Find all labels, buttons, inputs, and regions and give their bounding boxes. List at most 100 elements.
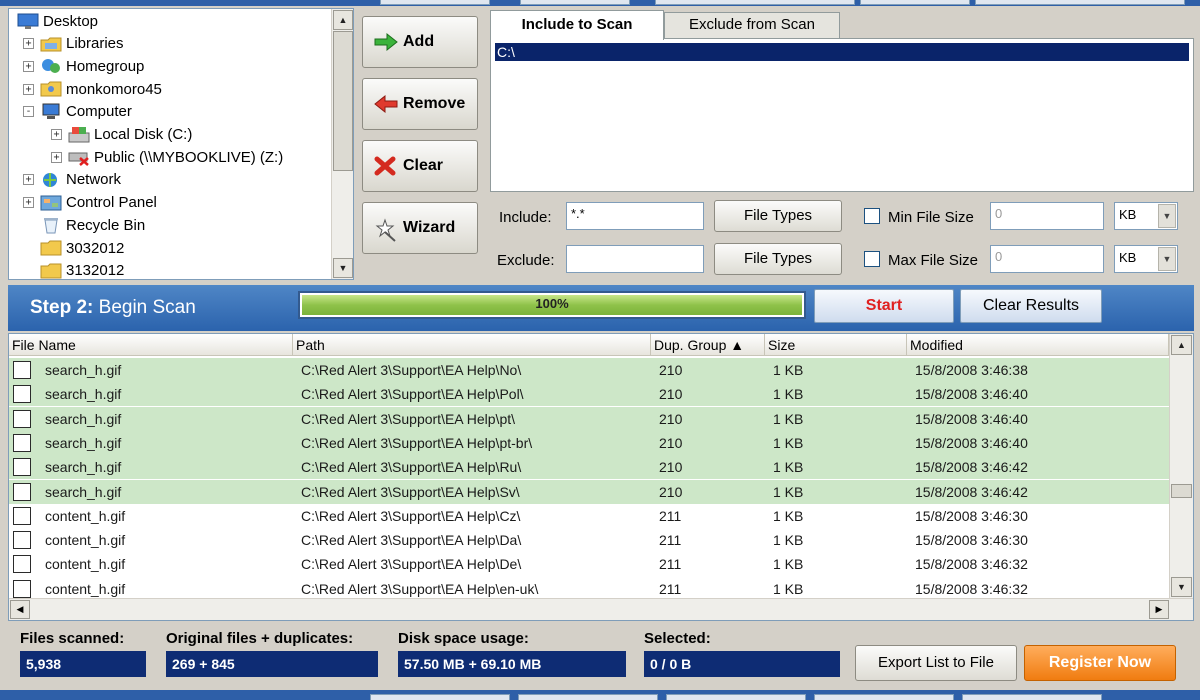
tree-item[interactable]: + Control Panel xyxy=(23,192,157,214)
max-file-size-input[interactable]: 0 xyxy=(990,245,1104,273)
table-row[interactable]: search_h.gif C:\Red Alert 3\Support\EA He… xyxy=(9,455,1171,480)
row-checkbox[interactable] xyxy=(13,482,31,501)
start-scan-button[interactable]: Start xyxy=(814,289,954,323)
min-file-size-unit-select[interactable]: KB ▼ xyxy=(1114,202,1178,230)
exclude-filter-input[interactable] xyxy=(566,245,704,273)
table-row[interactable]: search_h.gif C:\Red Alert 3\Support\EA He… xyxy=(9,382,1171,407)
tab-exclude-from-scan[interactable]: Exclude from Scan xyxy=(664,12,840,38)
add-button[interactable]: Add xyxy=(362,16,478,68)
bottom-toolbar-button[interactable] xyxy=(518,694,658,700)
expand-plus-icon[interactable]: + xyxy=(23,197,34,209)
column-header[interactable]: Modified xyxy=(907,334,1169,356)
max-file-size-checkbox[interactable] xyxy=(864,251,880,267)
row-checkbox[interactable] xyxy=(13,409,31,428)
collapse-minus-icon[interactable]: - xyxy=(23,106,34,118)
include-filter-input[interactable]: *.* xyxy=(566,202,704,230)
bottom-toolbar-button[interactable] xyxy=(666,694,806,700)
originals-duplicates-value: 269 + 845 xyxy=(166,651,378,677)
scroll-left-arrow-icon[interactable]: ◀ xyxy=(10,600,30,619)
chevron-down-icon[interactable]: ▼ xyxy=(1158,247,1176,271)
row-checkbox[interactable] xyxy=(13,555,31,574)
table-row[interactable]: search_h.gif C:\Red Alert 3\Support\EA He… xyxy=(9,406,1171,431)
results-grid[interactable]: File Name Path Dup. Group ▲ Size Modified se… xyxy=(8,333,1194,621)
expand-plus-icon[interactable]: + xyxy=(23,174,34,186)
row-checkbox[interactable] xyxy=(13,506,31,525)
tree-item[interactable]: + Public (\\MYBOOKLIVE) (Z:) xyxy=(51,146,283,168)
row-checkbox[interactable] xyxy=(13,361,31,379)
tree-item[interactable]: + Network xyxy=(23,169,121,191)
clear-button[interactable]: Clear xyxy=(362,140,478,192)
scroll-up-arrow-icon[interactable]: ▲ xyxy=(333,10,353,30)
table-row[interactable]: content_h.gif C:\Red Alert 3\Support\EA H… xyxy=(9,504,1171,528)
tree-item[interactable]: 3132012 xyxy=(23,260,124,279)
scrollbar-thumb[interactable] xyxy=(1171,484,1192,498)
expand-plus-icon[interactable]: + xyxy=(23,60,34,72)
top-toolbar-button[interactable] xyxy=(655,0,855,5)
table-row[interactable]: content_h.gif C:\Red Alert 3\Support\EA H… xyxy=(9,552,1171,576)
column-header[interactable]: File Name xyxy=(9,334,293,356)
scroll-up-arrow-icon[interactable]: ▲ xyxy=(1171,335,1192,355)
folder-tree[interactable]: Desktop + Libraries + Homegroup + monkomoro45 -… xyxy=(8,8,354,280)
scroll-down-arrow-icon[interactable]: ▼ xyxy=(1171,577,1192,597)
tree-item[interactable]: 3032012 xyxy=(23,237,124,259)
tree-item-label: Network xyxy=(66,171,122,189)
tree-vertical-scrollbar[interactable]: ▲ ▼ xyxy=(331,9,353,279)
max-file-size-unit-select[interactable]: KB ▼ xyxy=(1114,245,1178,273)
cell-size: 1 KB xyxy=(773,532,804,549)
table-row[interactable]: content_h.gif C:\Red Alert 3\Support\EA H… xyxy=(9,528,1171,552)
local-disk-icon xyxy=(68,126,90,144)
table-row[interactable]: search_h.gif C:\Red Alert 3\Support\EA He… xyxy=(9,358,1171,382)
column-header[interactable]: Path xyxy=(293,334,651,356)
scrollbar-thumb[interactable] xyxy=(333,31,353,171)
tree-item[interactable]: + Libraries xyxy=(23,33,124,55)
tree-item[interactable]: - Computer xyxy=(23,101,132,123)
tree-item[interactable]: + Local Disk (C:) xyxy=(51,124,192,146)
table-row[interactable]: search_h.gif C:\Red Alert 3\Support\EA He… xyxy=(9,479,1171,504)
row-checkbox[interactable] xyxy=(13,579,31,598)
exclude-file-types-button[interactable]: File Types xyxy=(714,243,842,275)
register-now-button[interactable]: Register Now xyxy=(1024,645,1176,681)
tree-item[interactable]: + Homegroup xyxy=(23,55,144,77)
remove-button[interactable]: Remove xyxy=(362,78,478,130)
row-checkbox[interactable] xyxy=(13,385,31,404)
column-header[interactable]: Dup. Group ▲ xyxy=(651,334,765,356)
top-toolbar-strip xyxy=(0,0,1200,6)
min-file-size-checkbox[interactable] xyxy=(864,208,880,224)
bottom-toolbar-button[interactable] xyxy=(814,694,954,700)
top-toolbar-button[interactable] xyxy=(860,0,970,5)
min-file-size-input[interactable]: 0 xyxy=(990,202,1104,230)
top-toolbar-button[interactable] xyxy=(520,0,630,5)
row-checkbox[interactable] xyxy=(13,531,31,550)
table-row[interactable]: search_h.gif C:\Red Alert 3\Support\EA He… xyxy=(9,430,1171,455)
cell-group: 210 xyxy=(659,483,683,500)
scroll-down-arrow-icon[interactable]: ▼ xyxy=(333,258,353,278)
expand-plus-icon[interactable]: + xyxy=(51,151,62,163)
bottom-toolbar-button[interactable] xyxy=(962,694,1102,700)
tab-include-to-scan[interactable]: Include to Scan xyxy=(490,10,664,40)
include-scan-list[interactable]: C:\ xyxy=(490,38,1194,192)
tree-item[interactable]: Recycle Bin xyxy=(23,214,145,236)
wizard-button[interactable]: Wizard xyxy=(362,202,478,254)
top-toolbar-button[interactable] xyxy=(380,0,490,5)
bottom-toolbar-button[interactable] xyxy=(370,694,510,700)
tree-item-label: 3032012 xyxy=(66,239,125,257)
results-vertical-scrollbar[interactable]: ▲ ▼ xyxy=(1169,334,1193,598)
scroll-right-arrow-icon[interactable]: ▶ xyxy=(1149,600,1169,619)
row-checkbox[interactable] xyxy=(13,458,31,477)
export-list-button[interactable]: Export List to File xyxy=(855,645,1017,681)
tree-item[interactable]: Desktop xyxy=(17,10,98,32)
expand-plus-icon[interactable]: + xyxy=(23,83,34,95)
results-horizontal-scrollbar[interactable]: ◀ ▶ xyxy=(9,598,1193,620)
chevron-down-icon[interactable]: ▼ xyxy=(1158,204,1176,228)
tree-item[interactable]: + monkomoro45 xyxy=(23,78,162,100)
clear-results-button[interactable]: Clear Results xyxy=(960,289,1102,323)
cell-modified: 15/8/2008 3:46:40 xyxy=(915,410,1028,427)
row-checkbox[interactable] xyxy=(13,433,31,452)
selected-scan-path[interactable]: C:\ xyxy=(495,43,1189,61)
cell-modified: 15/8/2008 3:46:42 xyxy=(915,459,1028,476)
include-file-types-button[interactable]: File Types xyxy=(714,200,842,232)
top-toolbar-button[interactable] xyxy=(975,0,1185,5)
expand-plus-icon[interactable]: + xyxy=(51,129,62,140)
expand-plus-icon[interactable]: + xyxy=(23,38,34,50)
column-header[interactable]: Size xyxy=(765,334,907,356)
